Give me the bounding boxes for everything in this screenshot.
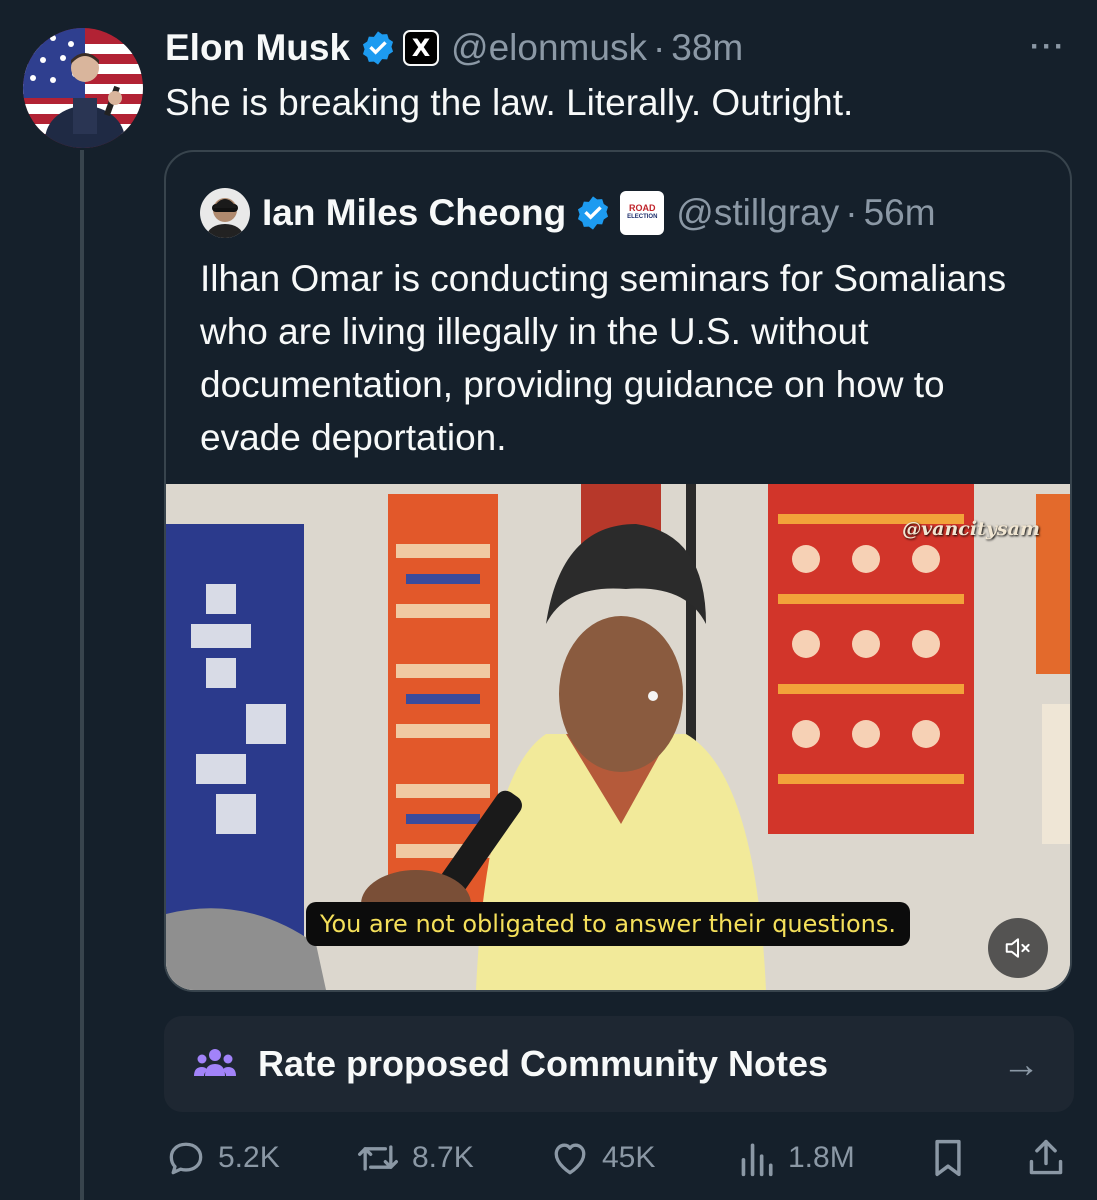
post-text: She is breaking the law. Literally. Outr… — [165, 82, 854, 123]
more-options-icon[interactable]: ··· — [1030, 30, 1066, 64]
mute-button[interactable] — [988, 918, 1048, 978]
author-handle[interactable]: @elonmusk — [451, 27, 647, 69]
verified-badge-icon — [362, 31, 394, 65]
reply-button[interactable]: 5.2K — [164, 1134, 280, 1182]
post-header: Elon Musk X @elonmusk · 38m — [165, 24, 743, 72]
quoted-author-name: Ian Miles Cheong — [262, 192, 567, 233]
header-separator: · — [652, 27, 666, 68]
quoted-video[interactable]: @vancitysam You are not obligated to ans… — [166, 484, 1070, 990]
repost-count: 8.7K — [412, 1141, 474, 1174]
video-caption: You are not obligated to answer their qu… — [306, 902, 911, 946]
quoted-separator: · — [845, 192, 858, 233]
quoted-post-card[interactable]: Ian Miles Cheong ROAD ELECTION @stillgra… — [164, 150, 1072, 992]
quoted-author-handle: @stillgray — [676, 192, 840, 233]
reply-icon — [169, 1142, 203, 1175]
views-count: 1.8M — [788, 1141, 855, 1174]
post-timestamp[interactable]: 38m — [671, 27, 743, 69]
arrow-right-icon: → — [1002, 1044, 1040, 1086]
share-icon — [1029, 1139, 1063, 1175]
quoted-timestamp: 56m — [863, 192, 936, 233]
action-bar: 5.2K 8.7K 45K 1.8M — [164, 1134, 1074, 1184]
affiliate-badge-x: X — [403, 30, 440, 66]
bookmark-icon — [935, 1139, 961, 1177]
speaker-muted-icon — [1005, 938, 1030, 958]
road-badge-line2: ELECTION — [627, 214, 658, 220]
quoted-post-text: Ilhan Omar is conducting seminars for So… — [200, 258, 1007, 458]
road-badge-line1: ROAD — [629, 203, 656, 213]
repost-button[interactable]: 8.7K — [354, 1134, 474, 1182]
quoted-post-header: Ian Miles Cheong ROAD ELECTION @stillgra… — [200, 188, 936, 238]
repost-icon — [358, 1145, 398, 1171]
people-group-icon — [194, 1049, 236, 1076]
author-name[interactable]: Elon Musk — [165, 27, 350, 69]
video-watermark: @vancitysam — [902, 518, 1040, 540]
like-button[interactable]: 45K — [548, 1134, 655, 1182]
community-notes-label: Rate proposed Community Notes — [258, 1043, 829, 1084]
share-button[interactable] — [1026, 1134, 1066, 1182]
views-button[interactable]: 1.8M — [738, 1134, 855, 1182]
community-notes-button[interactable]: Rate proposed Community Notes → — [164, 1016, 1074, 1112]
quoted-verified-badge-icon — [578, 196, 609, 230]
author-avatar[interactable] — [23, 28, 143, 148]
quoted-author-avatar — [200, 188, 250, 238]
tweet-view: Elon Musk X @elonmusk · 38m ··· She is b… — [0, 0, 1097, 1200]
reply-count: 5.2K — [218, 1141, 280, 1174]
bookmark-button[interactable] — [928, 1134, 968, 1182]
thread-line — [80, 150, 84, 1200]
analytics-icon — [741, 1143, 773, 1177]
heart-icon — [554, 1143, 586, 1175]
like-count: 45K — [602, 1141, 656, 1174]
road-to-election-badge: ROAD ELECTION — [620, 191, 665, 235]
